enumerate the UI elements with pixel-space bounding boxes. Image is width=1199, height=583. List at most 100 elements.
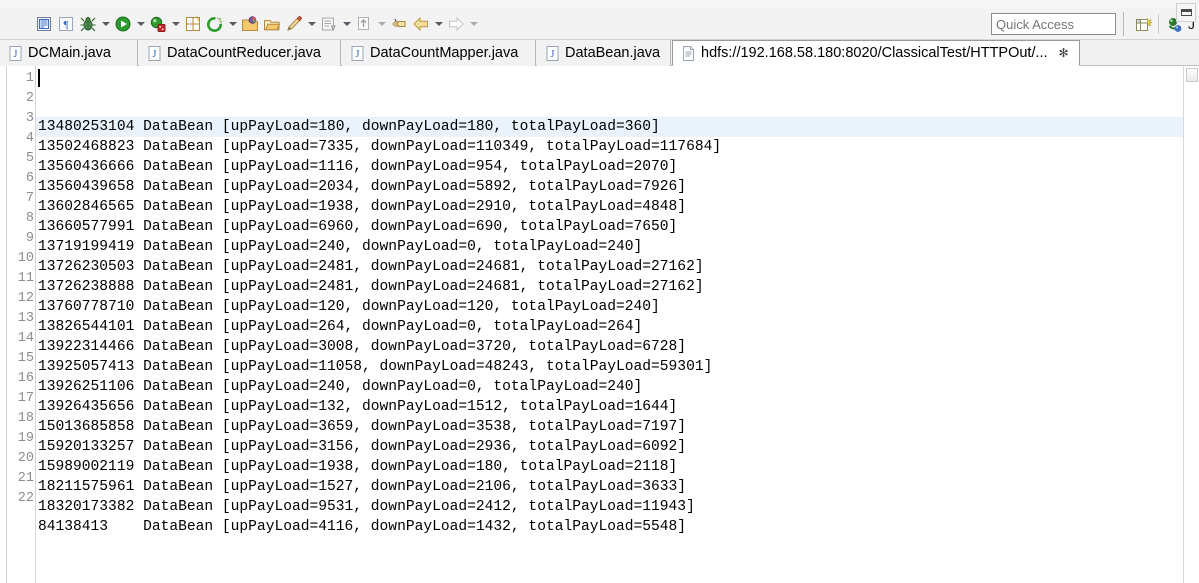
line-number: 6 <box>25 171 34 186</box>
save-icon[interactable] <box>33 12 55 36</box>
new-java-package-icon[interactable] <box>182 12 204 36</box>
code-line[interactable]: 13502468823 DataBean [upPayLoad=7335, do… <box>36 137 1199 157</box>
open-perspective-icon[interactable] <box>1131 12 1155 36</box>
svg-text:¶: ¶ <box>64 19 69 31</box>
java-file-icon: J <box>546 45 559 61</box>
editor-overview-ruler[interactable] <box>1183 66 1199 583</box>
code-line[interactable]: 18211575961 DataBean [upPayLoad=1527, do… <box>36 477 1199 497</box>
chevron-down-icon[interactable] <box>305 13 318 35</box>
open-task-icon[interactable] <box>261 12 283 36</box>
code-line[interactable]: 15920133257 DataBean [upPayLoad=3156, do… <box>36 437 1199 457</box>
chevron-down-icon[interactable] <box>375 13 388 35</box>
code-line[interactable]: 18320173382 DataBean [upPayLoad=9531, do… <box>36 497 1199 517</box>
code-line[interactable]: 13922314466 DataBean [upPayLoad=3008, do… <box>36 337 1199 357</box>
chevron-down-icon[interactable] <box>340 13 353 35</box>
editor-tab[interactable]: J DataBean.java <box>537 40 671 66</box>
pin-editor-icon[interactable] <box>283 12 305 36</box>
code-line[interactable]: 13826544101 DataBean [upPayLoad=264, dow… <box>36 317 1199 337</box>
code-line[interactable]: 13726230503 DataBean [upPayLoad=2481, do… <box>36 257 1199 277</box>
next-annotation-icon[interactable] <box>318 12 340 36</box>
line-number: 20 <box>17 451 34 466</box>
overview-ruler-thumb[interactable] <box>1186 68 1198 82</box>
run-icon[interactable] <box>112 12 134 36</box>
line-number: 22 <box>17 491 34 506</box>
open-type-icon[interactable] <box>239 12 261 36</box>
run-external-tools-icon[interactable] <box>147 12 169 36</box>
line-number: 17 <box>17 391 34 406</box>
perspective-divider <box>1158 14 1159 34</box>
code-line[interactable]: 15989002119 DataBean [upPayLoad=1938, do… <box>36 457 1199 477</box>
svg-text:J: J <box>551 49 555 60</box>
last-edit-location-icon[interactable] <box>388 12 410 36</box>
editor-text-area[interactable]: 13480253104 DataBean [upPayLoad=180, dow… <box>36 66 1199 583</box>
line-number: 2 <box>25 91 34 106</box>
previous-annotation-icon <box>353 13 375 35</box>
last-edit-location-icon <box>388 13 410 35</box>
code-line[interactable]: 13925057413 DataBean [upPayLoad=11058, d… <box>36 357 1199 377</box>
svg-text:J: J <box>153 49 157 60</box>
chevron-down-icon[interactable] <box>432 13 445 35</box>
code-line[interactable]: 84138413 DataBean [upPayLoad=4116, downP… <box>36 517 1199 537</box>
chevron-down-icon[interactable] <box>467 13 480 35</box>
code-line[interactable]: 13602846565 DataBean [upPayLoad=1938, do… <box>36 197 1199 217</box>
toolbar-button-group: ¶ <box>0 12 480 36</box>
chevron-down-icon[interactable] <box>134 13 147 35</box>
previous-annotation-icon[interactable] <box>353 12 375 36</box>
open-task-icon <box>261 13 283 35</box>
debug-icon <box>77 13 99 35</box>
code-line[interactable]: 13719199419 DataBean [upPayLoad=240, dow… <box>36 237 1199 257</box>
refresh-target-icon[interactable] <box>204 12 226 36</box>
line-number: 19 <box>17 431 34 446</box>
chevron-down-icon[interactable] <box>226 13 239 35</box>
code-line[interactable]: 13480253104 DataBean [upPayLoad=180, dow… <box>36 117 1199 137</box>
line-number: 10 <box>17 251 34 266</box>
open-type-icon <box>239 13 261 35</box>
editor-marker-bar[interactable] <box>0 66 7 583</box>
code-line[interactable]: 13726238888 DataBean [upPayLoad=2481, do… <box>36 277 1199 297</box>
refresh-target-icon <box>204 13 226 35</box>
editor-tab[interactable]: J DataCountReducer.java <box>139 40 341 66</box>
line-number: 15 <box>17 351 34 366</box>
forward-icon <box>445 13 467 35</box>
editor-tab-label: DataCountReducer.java <box>167 45 321 61</box>
code-line[interactable]: 15013685858 DataBean [upPayLoad=3659, do… <box>36 417 1199 437</box>
close-icon[interactable]: ✻ <box>1058 47 1070 59</box>
back-icon[interactable] <box>410 12 432 36</box>
format-paragraph-icon[interactable]: ¶ <box>55 12 77 36</box>
code-line[interactable] <box>36 537 1199 557</box>
toolbar-right-group: J <box>991 8 1195 40</box>
editor-tab-label: DCMain.java <box>28 45 111 61</box>
editor-tab[interactable]: J DataCountMapper.java <box>342 40 536 66</box>
code-line[interactable]: 13760778710 DataBean [upPayLoad=120, dow… <box>36 297 1199 317</box>
menu-bar-strip <box>0 0 1199 8</box>
line-number: 14 <box>17 331 34 346</box>
editor-tab[interactable]: hdfs://192.168.58.180:8020/ClassicalTest… <box>672 40 1080 66</box>
code-line[interactable]: 13560439658 DataBean [upPayLoad=2034, do… <box>36 177 1199 197</box>
main-toolbar: ¶ J <box>0 8 1199 40</box>
code-line[interactable]: 13560436666 DataBean [upPayLoad=1116, do… <box>36 157 1199 177</box>
editor-tab[interactable]: J DCMain.java <box>0 40 138 66</box>
chevron-down-icon[interactable] <box>169 13 182 35</box>
java-file-icon: J <box>148 45 161 61</box>
line-number: 5 <box>25 151 34 166</box>
forward-icon[interactable] <box>445 12 467 36</box>
pin-editor-icon <box>283 13 305 35</box>
code-line[interactable]: 13660577991 DataBean [upPayLoad=6960, do… <box>36 217 1199 237</box>
next-annotation-icon <box>318 13 340 35</box>
text-editor[interactable]: 1 2 3 4 5 6 7 8 9 10 11 12 13 14 15 16 17 18 19 20 21 22 1348… <box>0 66 1199 583</box>
code-line[interactable]: 13926435656 DataBean [upPayLoad=132, dow… <box>36 397 1199 417</box>
line-number: 18 <box>17 411 34 426</box>
back-icon <box>410 13 432 35</box>
line-number-ruler: 1 2 3 4 5 6 7 8 9 10 11 12 13 14 15 16 17 18 19 20 21 22 <box>7 66 36 583</box>
maximize-editor-button[interactable] <box>1176 3 1196 22</box>
line-number: 9 <box>25 231 34 246</box>
text-file-icon <box>682 45 695 61</box>
debug-icon[interactable] <box>77 12 99 36</box>
line-number: 16 <box>17 371 34 386</box>
editor-tab-label: DataCountMapper.java <box>370 45 519 61</box>
quick-access-input[interactable] <box>991 13 1116 35</box>
line-number: 1 <box>25 71 34 86</box>
code-line[interactable]: 13926251106 DataBean [upPayLoad=240, dow… <box>36 377 1199 397</box>
line-number: 4 <box>25 131 34 146</box>
chevron-down-icon[interactable] <box>99 13 112 35</box>
